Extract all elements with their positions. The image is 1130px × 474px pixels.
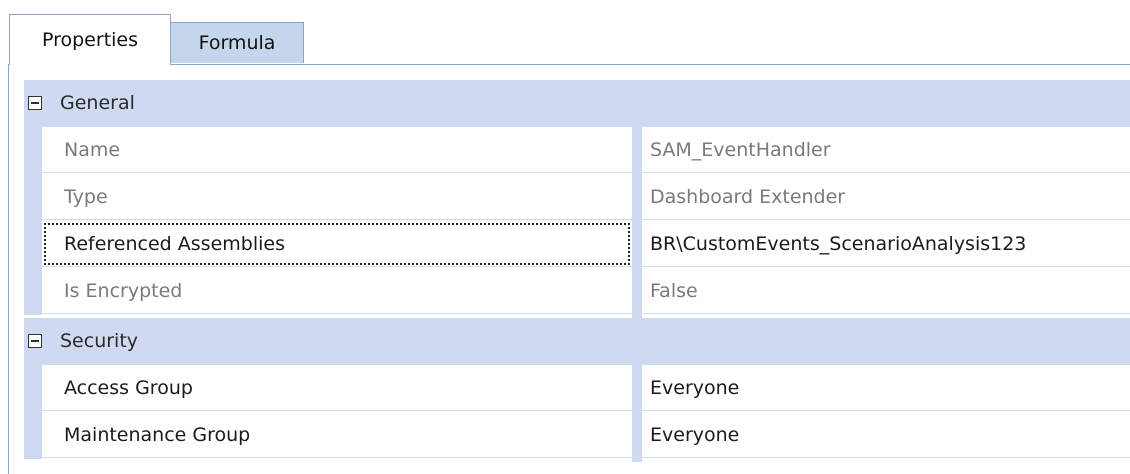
category-general[interactable]: General — [24, 80, 1130, 127]
tab-strip: Properties Formula — [0, 0, 1130, 65]
category-label: Security — [60, 330, 139, 352]
property-name: Type — [42, 174, 632, 220]
property-name: Name — [42, 127, 632, 173]
column-splitter[interactable] — [632, 80, 642, 462]
property-row-name[interactable]: Name SAM_EventHandler — [24, 127, 1130, 174]
property-row-type[interactable]: Type Dashboard Extender — [24, 174, 1130, 221]
tab-properties[interactable]: Properties — [9, 14, 171, 65]
property-value[interactable]: SAM_EventHandler — [642, 127, 1130, 173]
tab-formula[interactable]: Formula — [170, 22, 304, 63]
property-value[interactable]: BR\CustomEvents_ScenarioAnalysis123 — [642, 221, 1130, 267]
property-name: Maintenance Group — [42, 412, 632, 458]
row-margin — [24, 221, 42, 268]
property-row-access-group[interactable]: Access Group Everyone — [24, 365, 1130, 412]
property-name: Referenced Assemblies — [42, 221, 632, 267]
property-name: Is Encrypted — [42, 268, 632, 314]
property-row-referenced-assemblies[interactable]: Referenced Assemblies BR\CustomEvents_Sc… — [24, 221, 1130, 268]
row-margin — [24, 365, 42, 412]
row-margin — [24, 412, 42, 459]
row-margin — [24, 174, 42, 221]
category-label: General — [60, 92, 135, 114]
row-margin — [24, 268, 42, 315]
property-value[interactable]: Everyone — [642, 412, 1130, 458]
collapse-icon[interactable] — [28, 334, 42, 348]
category-security[interactable]: Security — [24, 318, 1130, 365]
property-value[interactable]: Dashboard Extender — [642, 174, 1130, 220]
property-value[interactable]: Everyone — [642, 365, 1130, 411]
property-value[interactable]: False — [642, 268, 1130, 314]
property-row-is-encrypted[interactable]: Is Encrypted False — [24, 268, 1130, 315]
collapse-icon[interactable] — [28, 96, 42, 110]
row-margin — [24, 127, 42, 174]
property-row-maintenance-group[interactable]: Maintenance Group Everyone — [24, 412, 1130, 459]
property-name: Access Group — [42, 365, 632, 411]
